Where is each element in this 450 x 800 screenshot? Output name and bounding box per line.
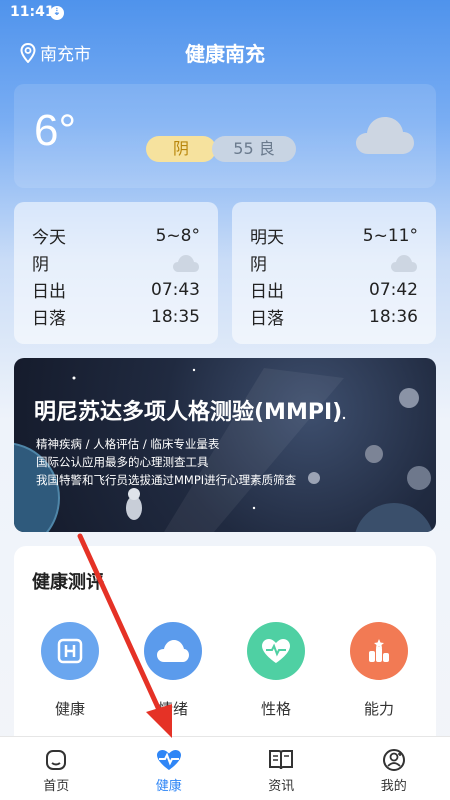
assessment-label: 健康 [54, 700, 85, 718]
assessment-label: 情绪 [157, 700, 188, 718]
mmpi-banner[interactable]: 明尼苏达多项人格测验(MMPI) 精神疾病 / 人格评估 / 临床专业量表 国际… [14, 358, 436, 532]
nav-news[interactable]: 资讯 [225, 737, 338, 800]
current-weather-card: 6° 阴 55 良 [14, 84, 436, 188]
forecast-range: 5~8° [155, 225, 200, 246]
nav-label: 健康 [155, 779, 182, 794]
cloud-icon [144, 622, 202, 680]
nav-health[interactable]: 健康 [113, 737, 226, 800]
nav-profile[interactable]: 我的 [338, 737, 450, 800]
bottom-nav: 首页 健康 资讯 我的 [0, 736, 450, 800]
cloud-icon [356, 117, 414, 154]
status-bar: 11:41 ⇣ [0, 0, 450, 26]
sunrise-time: 07:43 [151, 279, 200, 300]
nav-home[interactable]: 首页 [0, 737, 113, 800]
assessment-item-ability[interactable]: 能力 [339, 622, 419, 719]
banner-line: 国际公认应用最多的心理测查工具 [36, 455, 209, 469]
sunset-label: 日落 [32, 309, 66, 329]
user-icon [380, 747, 408, 773]
sunrise-label: 日出 [32, 282, 66, 302]
forecast-condition: 阴 [32, 255, 49, 275]
book-icon [267, 747, 295, 773]
assessment-item-health[interactable]: 健康 [30, 622, 110, 719]
banner-line: 精神疾病 / 人格评估 / 临床专业量表 [36, 437, 220, 451]
assessment-label: 能力 [363, 700, 394, 718]
sunset-time: 18:35 [151, 306, 200, 327]
chart-bars-icon [350, 622, 408, 680]
section-title: 健康测评 [32, 572, 104, 593]
banner-title: 明尼苏达多项人格测验(MMPI) [34, 400, 343, 425]
forecast-condition: 阴 [250, 255, 267, 275]
cloud-icon [173, 254, 199, 272]
hospital-icon [41, 622, 99, 680]
assessment-item-emotion[interactable]: 情绪 [133, 622, 213, 719]
health-assessment-card: 健康测评 健康 情绪 性格 能力 [14, 546, 436, 746]
sunset-label: 日落 [250, 309, 284, 329]
forecast-day: 今天 [32, 228, 66, 248]
forecast-range: 5~11° [362, 225, 418, 246]
air-quality-badge: 55 良 [212, 136, 296, 162]
heart-pulse-icon [155, 747, 183, 773]
forecast-card-tomorrow: 明天 5~11° 阴 日出 07:42 日落 18:36 [232, 202, 436, 344]
banner-line: 我国特警和飞行员选拔通过MMPI进行心理素质筛查 [36, 473, 297, 487]
sunset-time: 18:36 [369, 306, 418, 327]
weather-condition-badge: 阴 [146, 136, 216, 162]
nav-label: 首页 [43, 779, 70, 794]
forecast-day: 明天 [250, 228, 284, 248]
assessment-item-personality[interactable]: 性格 [236, 622, 316, 719]
sunrise-label: 日出 [250, 282, 284, 302]
nav-label: 我的 [380, 779, 407, 794]
nav-label: 资讯 [268, 779, 295, 794]
sunrise-time: 07:42 [369, 279, 418, 300]
home-icon [42, 747, 70, 773]
header: 南充市 健康南充 [0, 36, 450, 68]
heart-pulse-icon [247, 622, 305, 680]
status-time: 11:41 [10, 4, 55, 20]
download-icon: ⇣ [50, 6, 64, 20]
assessment-label: 性格 [260, 700, 291, 718]
forecast-card-today: 今天 5~8° 阴 日出 07:43 日落 18:35 [14, 202, 218, 344]
cloud-icon [391, 254, 417, 272]
current-temperature: 6° [34, 106, 77, 155]
page-title: 健康南充 [185, 42, 265, 66]
